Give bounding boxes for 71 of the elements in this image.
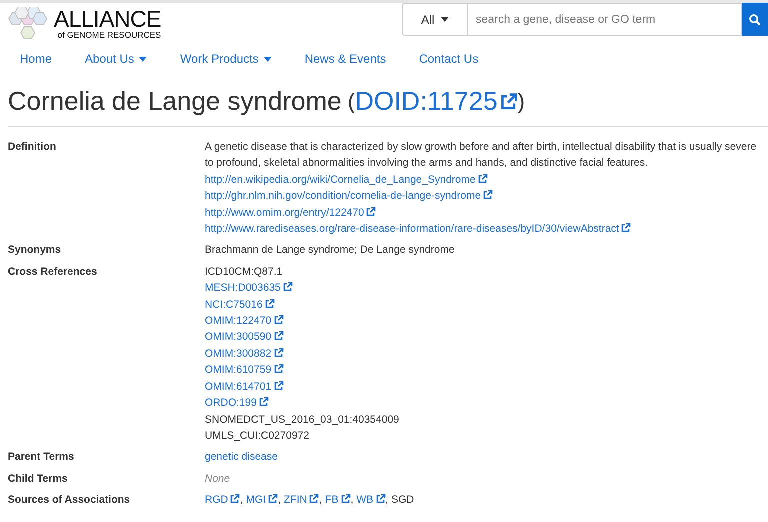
reference-text: ICD10CM:Q87.1 — [205, 266, 283, 278]
nav-link[interactable]: Home — [20, 52, 52, 66]
field-label: Sources of Associations — [8, 493, 132, 508]
synonyms-text: Brachmann de Lange syndrome; De Lange syndrome — [205, 243, 456, 258]
external-link-icon — [230, 494, 240, 504]
separator: , — [386, 493, 388, 508]
external-link[interactable]: MESH:D003635 — [205, 282, 293, 294]
external-link-icon — [274, 348, 284, 358]
logo-subtitle: of GENOME RESOURCES — [58, 30, 162, 40]
reference-text: UMLS_CUI:C0270972 — [205, 430, 310, 442]
external-link-icon — [274, 364, 284, 374]
nav-link[interactable]: Contact Us — [419, 52, 479, 66]
empty-value-text: None — [205, 472, 230, 485]
reference-text: SNOMEDCT_US_2016_03_01:40354009 — [205, 414, 400, 426]
parenthesis: ( — [348, 88, 356, 114]
separator: , — [278, 493, 282, 508]
separator: , — [350, 493, 354, 508]
search-field[interactable]: search a gene, disease or GO term — [468, 3, 742, 36]
external-link[interactable]: http://www.rarediseases.org/rare-disease-information/rare-diseases/byID/30/viewAbstract — [205, 223, 632, 236]
external-link-icon — [366, 206, 376, 217]
field-label: Definition — [8, 140, 58, 155]
external-link-icon — [274, 380, 284, 391]
external-link-icon — [274, 331, 284, 342]
external-link-icon — [621, 223, 632, 234]
external-link[interactable]: ORDO:199 — [205, 397, 269, 410]
external-link-icon — [376, 494, 386, 504]
external-link[interactable]: OMIM:122470 — [205, 315, 284, 328]
external-link[interactable]: OMIM:300590 — [205, 331, 284, 344]
field-label: Child Terms — [8, 472, 69, 487]
external-link-icon — [274, 315, 284, 326]
logo-icon — [8, 7, 50, 41]
page-title: Cornelia de Lange syndrome — [8, 86, 342, 117]
field-label: Cross References — [8, 264, 98, 280]
nav-link[interactable]: Work Products — [180, 52, 272, 66]
external-link-icon — [268, 494, 278, 504]
external-link[interactable]: ZFIN — [284, 492, 320, 509]
separator: , — [240, 493, 244, 508]
separator: , — [319, 493, 322, 508]
search-button[interactable] — [742, 3, 768, 36]
parenthesis: ) — [518, 88, 526, 114]
external-link[interactable]: MGI — [246, 492, 278, 509]
reference-text: SGD — [391, 493, 414, 508]
external-link-icon — [483, 190, 494, 200]
external-link[interactable]: http://www.omim.org/entry/122470 — [205, 206, 376, 219]
definition-text: A genetic disease that is characterized by slow growth before and after birth, intellectual disability that is usually severe to profound, skeletal abnormalities involving the arms and hands, and distinctive facial features. — [205, 140, 758, 172]
external-link[interactable]: NCI:C75016 — [205, 298, 275, 311]
category-dropdown[interactable]: All — [402, 3, 468, 36]
external-link-icon — [309, 494, 320, 504]
nav-link[interactable]: News & Events — [304, 52, 386, 66]
external-link[interactable]: OMIM:614701 — [205, 380, 284, 393]
term-link[interactable]: genetic disease — [205, 451, 278, 464]
search-icon — [749, 14, 761, 26]
external-link[interactable]: http://ghr.nlm.nih.gov/condition/cornelia-de-lange-syndrome — [205, 190, 494, 202]
field-label: Parent Terms — [8, 450, 76, 466]
external-link-icon — [258, 397, 269, 408]
external-link[interactable]: FB — [325, 492, 351, 509]
field-label: Synonyms — [8, 243, 62, 258]
external-link[interactable]: WB — [356, 492, 386, 509]
external-link[interactable]: OMIM:300882 — [205, 348, 284, 360]
logo-title: ALLIANCE — [54, 8, 162, 30]
external-link-icon — [282, 282, 293, 292]
external-link-icon — [478, 174, 488, 184]
caret-icon — [440, 17, 449, 22]
nav-link[interactable]: About Us — [85, 52, 148, 66]
external-link-icon — [264, 298, 275, 309]
external-link[interactable]: OMIM:610759 — [205, 364, 284, 376]
disease-id-link[interactable]: DOID:11725 — [355, 86, 518, 117]
external-link-icon — [500, 93, 518, 111]
external-link[interactable]: http://en.wikipedia.org/wiki/Cornelia_de_Lange_Syndrome — [205, 174, 488, 186]
external-link-icon — [340, 494, 351, 504]
external-link[interactable]: RGD — [205, 492, 240, 509]
